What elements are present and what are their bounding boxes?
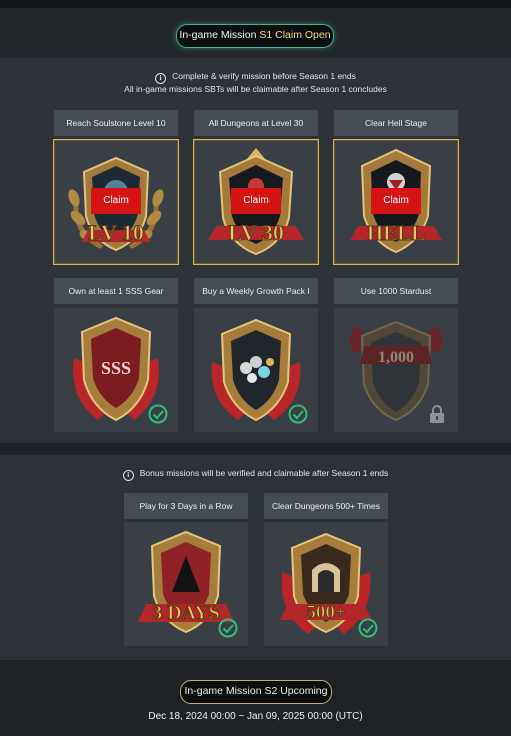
svg-text:HELL: HELL <box>367 221 425 245</box>
bonus-card-3-days: 3 DAYS <box>124 522 248 646</box>
s2-pill-text: In-game Mission S2 Upcoming <box>184 685 328 697</box>
svg-text:1,000: 1,000 <box>378 349 414 366</box>
check-icon <box>148 404 168 424</box>
claim-button[interactable]: Claim <box>371 188 421 214</box>
svg-text:500+: 500+ <box>306 602 345 623</box>
mission-label: Buy a Weekly Growth Pack I <box>194 278 318 304</box>
svg-text:SSS: SSS <box>101 358 131 378</box>
s1-status-pill: In-game Mission S1 Claim Open <box>176 24 334 48</box>
mission-card-stardust: 1,000 <box>334 308 458 432</box>
s1-pill-highlight: S1 Claim Open <box>259 29 331 41</box>
claim-button[interactable]: Claim <box>231 188 281 214</box>
s1-info-notice-2: All in-game missions SBTs will be claima… <box>0 84 511 95</box>
s1-info-line1: Complete & verify mission before Season … <box>172 71 356 81</box>
s2-status-pill: In-game Mission S2 Upcoming <box>180 680 332 704</box>
mission-card-soulstone-lv10: LV 10 Claim <box>53 139 179 265</box>
s2-date-range: Dec 18, 2024 00:00 ~ Jan 09, 2025 00:00 … <box>148 711 363 722</box>
check-icon <box>288 404 308 424</box>
mission-label: Use 1000 Stardust <box>334 278 458 304</box>
s1-info-line2: All in-game missions SBTs will be claima… <box>124 84 387 94</box>
s1-info-notice: i Complete & verify mission before Season… <box>0 71 511 84</box>
mission-label: Clear Hell Stage <box>334 110 458 136</box>
mission-label: All Dungeons at Level 30 <box>194 110 318 136</box>
top-edge <box>0 0 511 8</box>
mission-card-dungeons-lv30: LV 30 Claim <box>193 139 319 265</box>
bonus-mission-label: Clear Dungeons 500+ Times <box>264 493 388 519</box>
bonus-missions-panel <box>0 455 511 660</box>
svg-text:LV 10: LV 10 <box>88 220 144 245</box>
bonus-info-notice: i Bonus missions will be verified and cla… <box>0 468 511 481</box>
check-icon <box>218 618 238 638</box>
mission-label: Reach Soulstone Level 10 <box>54 110 178 136</box>
mission-label: Own at least 1 SSS Gear <box>54 278 178 304</box>
svg-text:3 DAYS: 3 DAYS <box>152 602 220 624</box>
lock-icon <box>430 405 444 423</box>
s1-header-bar: In-game Mission S1 Claim Open <box>0 8 511 58</box>
info-icon: i <box>155 73 167 84</box>
mission-card-sss-gear: SSS <box>54 308 178 432</box>
bonus-info-text: Bonus missions will be verified and clai… <box>139 468 389 478</box>
info-icon: i <box>122 470 134 481</box>
s1-pill-prefix: In-game Mission <box>179 29 257 41</box>
bonus-mission-label: Play for 3 Days in a Row <box>124 493 248 519</box>
section-gap <box>0 443 511 455</box>
check-icon <box>358 618 378 638</box>
mission-card-weekly-growth-pack <box>194 308 318 432</box>
mission-card-hell-stage: HELL Claim <box>333 139 459 265</box>
claim-button[interactable]: Claim <box>91 188 141 214</box>
bonus-card-500-dungeons: 500+ <box>264 522 388 646</box>
svg-text:LV 30: LV 30 <box>228 220 284 245</box>
